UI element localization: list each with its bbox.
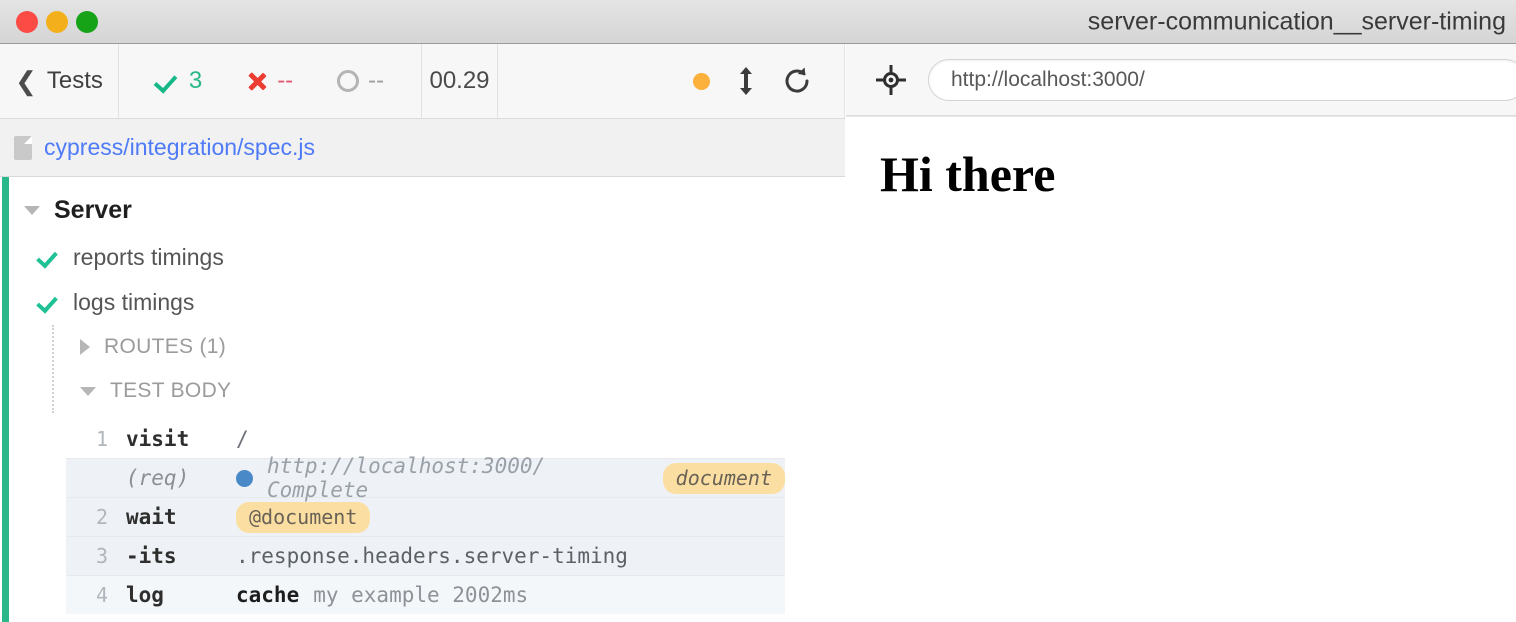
stat-failed[interactable]: -- [224, 67, 315, 95]
maximize-window-button[interactable] [76, 10, 98, 33]
window-title: server-communication__server-timing [1087, 7, 1506, 35]
chevron-down-icon [24, 206, 40, 215]
command-message-wrap: @document [236, 501, 371, 533]
command-name: log [126, 583, 164, 607]
command-number: 1 [95, 426, 108, 451]
minimize-window-button[interactable] [46, 10, 68, 33]
window-controls [0, 10, 98, 33]
cypress-test-runner: server-communication__server-timing ❮ Te… [0, 0, 1516, 622]
command-row[interactable]: (req) http://localhost:3000/ Complete do… [66, 454, 785, 502]
reporter-controls [498, 44, 845, 118]
failed-count: -- [277, 67, 294, 94]
command-message-wrap: http://localhost:3000/ Complete document [236, 454, 785, 502]
check-icon [38, 247, 59, 268]
aut-iframe: Hi there [846, 116, 1516, 622]
x-icon [246, 70, 268, 92]
test-title: reports timings [73, 244, 224, 270]
spec-path-label: cypress/integration/spec.js [44, 134, 316, 160]
check-icon [156, 69, 180, 93]
test-item-logs-timings[interactable]: logs timings [0, 280, 845, 325]
command-row[interactable]: 3 -its .response.headers.server-timing [66, 536, 785, 575]
window-title-bar: server-communication__server-timing [0, 0, 1516, 44]
test-detail-groups: ROUTES (1) TEST BODY [0, 325, 845, 413]
stat-passed[interactable]: 3 [134, 67, 224, 95]
alias-badge[interactable]: @document [236, 501, 371, 533]
reporter-toolbar: ❮ Tests 3 -- -- 00.29 [0, 44, 845, 119]
restart-icon[interactable] [782, 66, 812, 96]
log-detail: my example 2002ms [313, 583, 529, 607]
test-tree: Server reports timings logs timings ROUT… [0, 177, 845, 622]
command-number: 3 [95, 544, 108, 568]
test-timer: 00.29 [422, 44, 498, 118]
close-window-button[interactable] [16, 10, 38, 33]
reporter-panel: ❮ Tests 3 -- -- 00.29 cypress/integratio… [0, 44, 845, 622]
test-item-reports-timings[interactable]: reports timings [0, 235, 845, 280]
pending-count: -- [368, 67, 385, 94]
command-name: -its [126, 544, 177, 568]
app-preview-panel: Hi there [846, 44, 1516, 622]
circle-icon [337, 70, 360, 92]
aut-url-bar [846, 44, 1516, 116]
suite-title: Server [54, 196, 132, 224]
group-label: ROUTES (1) [104, 335, 227, 358]
command-row[interactable]: 1 visit / [66, 419, 785, 458]
test-stats: 3 -- -- [119, 44, 422, 118]
timer-value: 00.29 [429, 67, 490, 94]
command-message-wrap: cache my example 2002ms [236, 583, 528, 607]
selector-playground-icon[interactable] [875, 63, 907, 96]
command-row[interactable]: 2 wait @document [66, 497, 785, 536]
check-icon [38, 292, 59, 313]
group-test-body[interactable]: TEST BODY [56, 369, 845, 413]
chevron-left-icon: ❮ [15, 66, 37, 96]
passed-count: 3 [188, 67, 203, 94]
tree-guide-line [52, 325, 54, 413]
group-routes[interactable]: ROUTES (1) [56, 325, 845, 369]
command-message: / [236, 426, 249, 451]
test-title: logs timings [73, 289, 195, 315]
command-log: 1 visit / (req) http://localhost:3000/ C… [66, 419, 785, 614]
resize-vertical-icon[interactable] [738, 67, 754, 95]
command-name: wait [126, 505, 177, 529]
command-number: 4 [95, 583, 108, 607]
request-status-dot-icon [236, 469, 253, 487]
command-message: .response.headers.server-timing [236, 544, 628, 568]
stat-pending[interactable]: -- [315, 67, 406, 95]
chevron-right-icon [80, 339, 90, 355]
command-name: (req) [126, 466, 190, 490]
page-heading: Hi there [880, 146, 1056, 202]
alias-badge[interactable]: document [662, 462, 785, 494]
log-label: cache [236, 583, 300, 607]
command-name: visit [126, 426, 190, 451]
suite-header[interactable]: Server [0, 186, 845, 235]
group-label: TEST BODY [110, 379, 232, 402]
command-message: http://localhost:3000/ Complete [267, 454, 546, 502]
file-icon [14, 135, 32, 160]
back-to-tests-button[interactable]: ❮ Tests [0, 44, 119, 118]
spec-path-bar[interactable]: cypress/integration/spec.js [0, 119, 845, 177]
status-dot-icon [693, 72, 710, 90]
command-row[interactable]: 4 log cache my example 2002ms [66, 575, 785, 614]
chevron-down-icon [80, 386, 96, 396]
command-number: 2 [95, 505, 108, 529]
back-to-tests-label: Tests [46, 67, 103, 94]
url-input[interactable] [928, 58, 1516, 101]
